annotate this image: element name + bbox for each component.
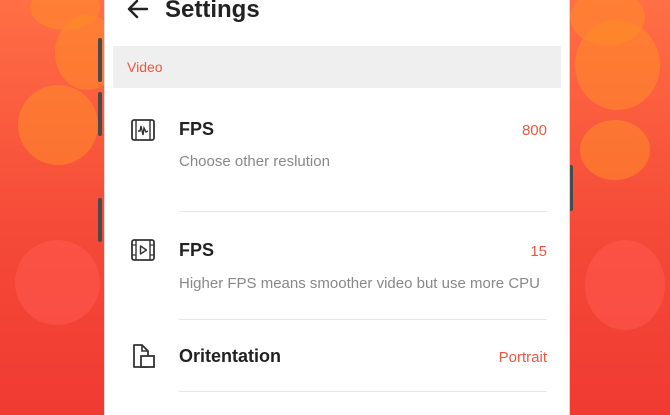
video-waveform-icon bbox=[129, 116, 157, 144]
row-title: Oritentation bbox=[179, 346, 281, 366]
background-blob bbox=[585, 240, 665, 330]
background-blob bbox=[580, 120, 650, 180]
row-description: Choose other reslution bbox=[179, 153, 330, 170]
section-label: Video bbox=[127, 59, 163, 75]
background-blob bbox=[18, 85, 98, 165]
page-title: Settings bbox=[165, 0, 260, 23]
row-description: Higher FPS means smoother video but use … bbox=[179, 275, 540, 292]
section-header-video: Video bbox=[113, 46, 561, 88]
row-title: FPS bbox=[179, 240, 215, 260]
background-blob bbox=[575, 20, 660, 110]
phone-side-button bbox=[98, 38, 102, 82]
app-bar: Settings bbox=[105, 0, 569, 36]
orientation-icon bbox=[129, 342, 157, 370]
row-value: 800 bbox=[521, 122, 547, 139]
settings-screen: Settings Video FPS 800 Choose other resl… bbox=[104, 0, 570, 415]
divider bbox=[179, 211, 547, 212]
background-blob bbox=[15, 240, 100, 325]
phone-side-button bbox=[98, 198, 102, 242]
divider bbox=[179, 319, 547, 320]
row-title: FPS bbox=[179, 119, 215, 139]
arrow-left-icon[interactable] bbox=[125, 0, 151, 27]
phone-side-button bbox=[98, 92, 102, 136]
row-value: 15 bbox=[530, 243, 547, 260]
row-value: Portrait bbox=[498, 349, 547, 366]
video-play-icon bbox=[129, 236, 157, 264]
divider bbox=[179, 391, 547, 392]
